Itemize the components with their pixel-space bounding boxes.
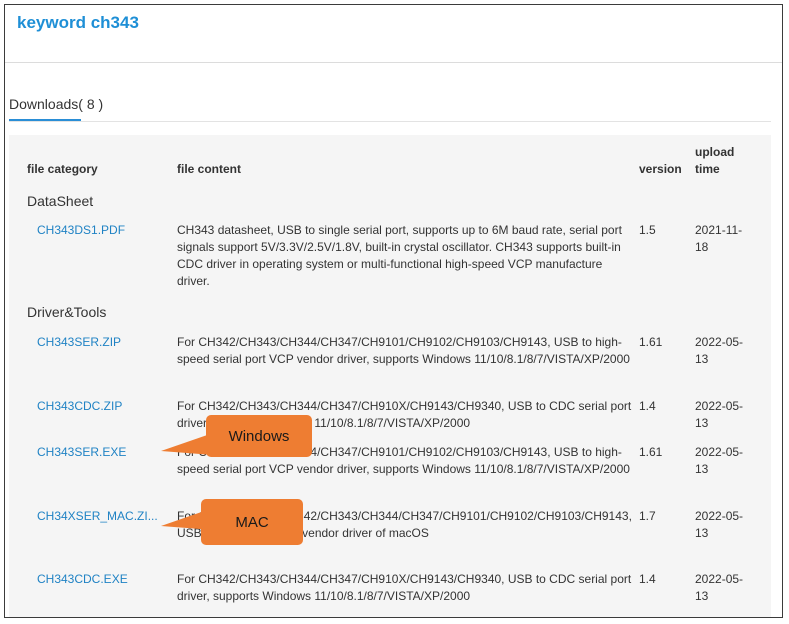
file-link-ch343cdc-exe[interactable]: CH343CDC.EXE	[37, 572, 128, 586]
file-link-ch343cdc-zip[interactable]: CH343CDC.ZIP	[37, 399, 122, 413]
file-link-ch343ds1-pdf[interactable]: CH343DS1.PDF	[37, 223, 125, 237]
windows-callout: Windows	[206, 415, 312, 457]
header-upload-line2: time	[695, 162, 720, 176]
tab-divider	[9, 121, 771, 122]
file-version: 1.5	[639, 223, 656, 237]
file-version: 1.61	[639, 335, 663, 349]
downloads-table: file category file content version uploa…	[9, 135, 771, 617]
file-upload-date: 2022-05-13	[695, 572, 744, 603]
page-title: keyword ch343	[17, 13, 139, 32]
file-upload-date: 2021-11-18	[695, 223, 743, 254]
file-version: 1.4	[639, 399, 656, 413]
tab-downloads[interactable]: Downloads( 8 )	[9, 96, 103, 112]
file-link-ch34xser-mac-zip[interactable]: CH34XSER_MAC.ZI...	[37, 509, 158, 523]
header-file-category: file category	[27, 162, 98, 176]
mac-callout: MAC	[201, 499, 303, 545]
file-link-ch343ser-zip[interactable]: CH343SER.ZIP	[37, 335, 121, 349]
header-upload-time: upload time	[695, 144, 734, 178]
file-version: 1.61	[639, 445, 663, 459]
category-datasheet: DataSheet	[27, 193, 94, 209]
file-description: For CH342/CH343/CH344/CH347/CH910X/CH914…	[177, 572, 632, 603]
category-driver-tools: Driver&Tools	[27, 304, 107, 320]
header-divider	[5, 62, 782, 63]
file-upload-date: 2022-05-13	[695, 509, 744, 540]
file-version: 1.7	[639, 509, 656, 523]
header-upload-line1: upload	[695, 145, 735, 159]
header-version: version	[639, 162, 682, 176]
file-upload-date: 2022-05-13	[695, 445, 744, 476]
file-description: CH343 datasheet, USB to single serial po…	[177, 223, 622, 288]
file-upload-date: 2022-05-13	[695, 335, 744, 366]
page-frame: keyword ch343 Downloads( 8 ) file catego…	[4, 4, 783, 618]
file-description: For CH342/CH343/CH344/CH347/CH9101/CH910…	[177, 335, 630, 366]
file-upload-date: 2022-05-13	[695, 399, 744, 430]
file-version: 1.4	[639, 572, 656, 586]
file-link-ch343ser-exe[interactable]: CH343SER.EXE	[37, 445, 126, 459]
header-file-content: file content	[177, 162, 242, 176]
